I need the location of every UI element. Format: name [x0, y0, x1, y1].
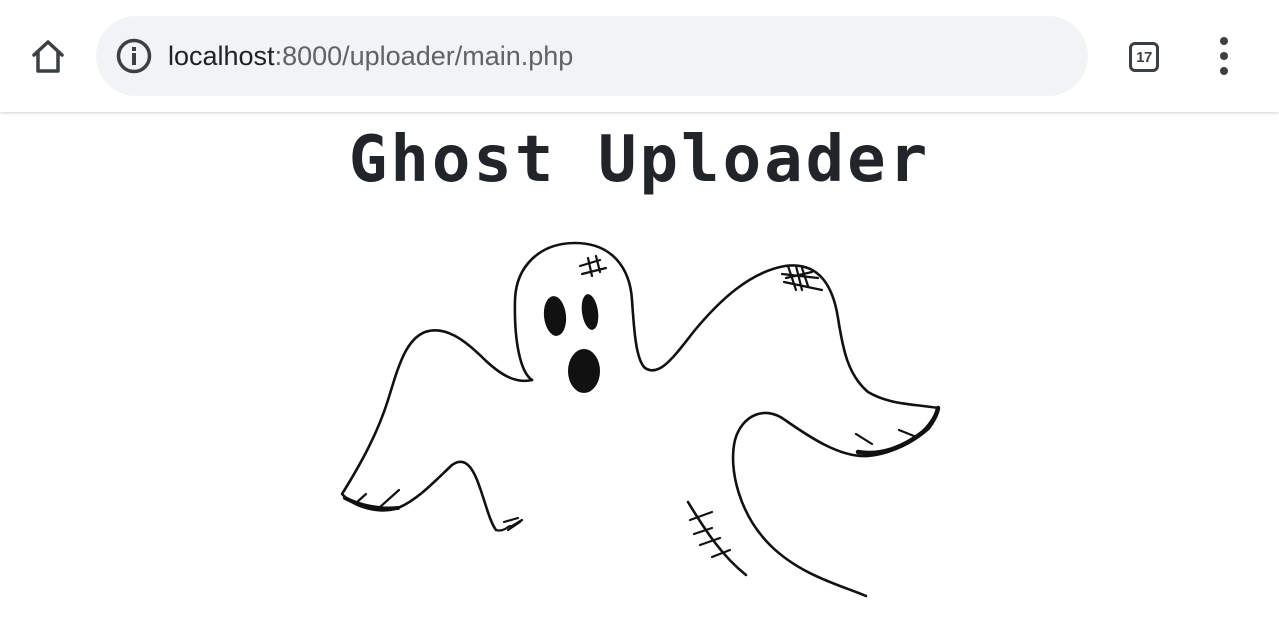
- tab-switcher-button[interactable]: 17: [1124, 37, 1164, 77]
- page-title: Ghost Uploader: [348, 123, 931, 197]
- home-icon: [32, 40, 64, 73]
- page-content: Ghost Uploader: [0, 112, 1279, 640]
- home-button[interactable]: [22, 32, 74, 80]
- url-host: localhost: [168, 41, 275, 71]
- tab-switcher-icon: 17: [1129, 42, 1159, 72]
- tab-count: 17: [1136, 48, 1152, 66]
- info-icon[interactable]: [116, 38, 152, 74]
- url-text[interactable]: localhost:8000/uploader/main.php: [168, 16, 573, 96]
- browser-toolbar: localhost:8000/uploader/main.php 17: [0, 0, 1279, 112]
- more-vert-icon[interactable]: [1204, 36, 1244, 76]
- url-path: :8000/uploader/main.php: [274, 41, 574, 71]
- address-bar[interactable]: localhost:8000/uploader/main.php: [96, 16, 1088, 96]
- ghost-illustration: [340, 241, 941, 598]
